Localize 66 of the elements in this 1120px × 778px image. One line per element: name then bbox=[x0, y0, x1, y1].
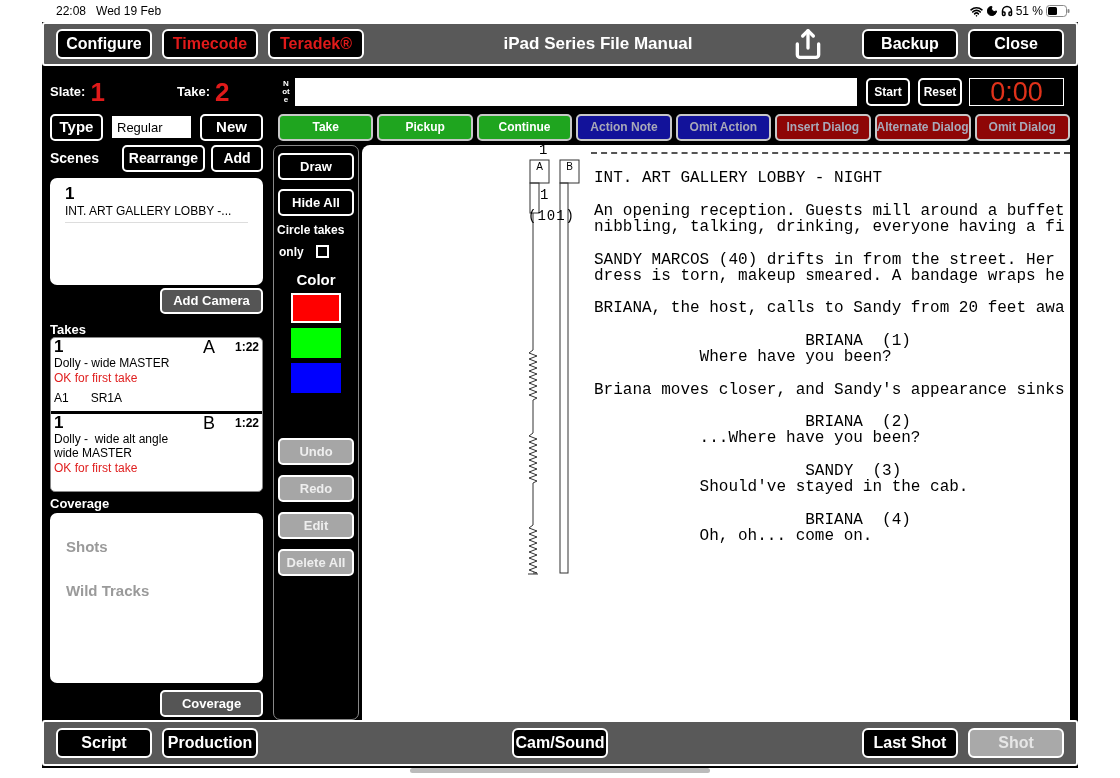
slate-label: Slate: bbox=[50, 83, 86, 102]
timer-button[interactable]: Start bbox=[866, 78, 910, 106]
nav-button[interactable]: Cam/Sound bbox=[512, 728, 608, 758]
nav-button[interactable]: Script bbox=[56, 728, 152, 758]
character-name: BRIANA (2) bbox=[805, 414, 911, 431]
character-name: SANDY (3) bbox=[805, 462, 902, 479]
window-title: iPad Series File Manual bbox=[503, 33, 693, 56]
color-label: Color bbox=[296, 271, 336, 289]
color-swatch[interactable] bbox=[291, 363, 341, 393]
toolbar-button[interactable]: Timecode bbox=[162, 29, 258, 59]
wifi-icon bbox=[969, 4, 983, 18]
slate-number: 1 bbox=[90, 79, 105, 105]
nav-button[interactable]: Production bbox=[162, 728, 258, 758]
take-item[interactable]: 1 B 1:22 Dolly - wide alt angle wide MASTER OK for first take bbox=[51, 411, 262, 480]
toolbar-button[interactable]: Backup bbox=[862, 29, 958, 59]
scene-number-mark: (101) bbox=[528, 208, 575, 224]
status-date: Wed 19 Feb bbox=[96, 3, 162, 20]
battery-percent: 51 % bbox=[1015, 3, 1043, 20]
circle-takes-label: Circle takes bbox=[277, 222, 346, 239]
character-name: BRIANA (4) bbox=[804, 511, 911, 528]
note-label: Note bbox=[282, 80, 290, 104]
nav-button[interactable]: Last Shot bbox=[862, 728, 958, 758]
take-label: Take: bbox=[177, 83, 210, 102]
dialogue-text: Oh, oh... come on. bbox=[698, 527, 873, 544]
take-number: 2 bbox=[215, 79, 230, 105]
headphones-icon bbox=[1000, 5, 1013, 17]
character-name: BRIANA (1) bbox=[804, 332, 911, 349]
add-camera-button[interactable]: Add Camera bbox=[160, 288, 263, 314]
takes-label: Takes bbox=[50, 322, 87, 337]
timer-display: 0:00 bbox=[969, 78, 1064, 106]
action-text: Briana moves closer, and Sandy's appearance sinks bbox=[594, 381, 1065, 398]
add-button[interactable]: Add bbox=[211, 145, 263, 172]
lining-column-label: B bbox=[565, 161, 574, 173]
dialogue-text: Where have you been? bbox=[698, 349, 892, 366]
scene-heading: INT. ART GALLERY LOBBY - NIGHT bbox=[594, 170, 883, 187]
action-text: BRIANA, the host, calls to Sandy from 20 feet awa bbox=[594, 300, 1065, 317]
rearrange-button[interactable]: Rearrange bbox=[122, 145, 205, 172]
dialogue-text: Should've stayed in the cab. bbox=[698, 479, 969, 496]
dialogue-text: ...Where have you been? bbox=[698, 430, 921, 447]
lining-column-label: A bbox=[535, 161, 544, 173]
take-item[interactable]: 1 A 1:22 Dolly - wide MASTER OK for first take A1 SR1A bbox=[51, 338, 262, 411]
type-field[interactable]: Regular bbox=[112, 116, 191, 138]
status-time: 22:08 bbox=[56, 3, 87, 20]
coverage-button[interactable]: Coverage bbox=[160, 690, 263, 717]
note-field[interactable] bbox=[295, 78, 857, 106]
circle-takes-label: only bbox=[279, 245, 304, 259]
toolbar-button[interactable]: Teradek® bbox=[268, 29, 364, 59]
toolbar-button[interactable]: Close bbox=[968, 29, 1064, 59]
tool-button[interactable]: Draw bbox=[278, 153, 354, 180]
circle-takes-checkbox[interactable] bbox=[315, 245, 329, 259]
scenes-label: Scenes bbox=[50, 149, 101, 168]
scene-item[interactable]: 1 INT. ART GALLERY LOBBY -... bbox=[65, 184, 248, 223]
action-text: An opening reception. Guests mill around a buffet nibbling, talking, drinking, everyone having a fi bbox=[594, 202, 1065, 236]
coverage-label: Coverage bbox=[50, 496, 111, 511]
battery-icon bbox=[1046, 5, 1070, 17]
color-swatch[interactable] bbox=[291, 328, 341, 358]
tool-button[interactable]: Hide All bbox=[278, 189, 354, 216]
toolbar-button[interactable]: Configure bbox=[56, 29, 152, 59]
action-text: SANDY MARCOS (40) drifts in from the street. Her dress is torn, makeup smeared. A bandage wraps he bbox=[594, 251, 1065, 284]
new-button[interactable]: New bbox=[200, 113, 263, 141]
take-number-mark: 1 bbox=[540, 187, 549, 203]
timer-button[interactable]: Reset bbox=[918, 78, 962, 106]
moon-icon bbox=[985, 5, 998, 17]
type-button[interactable]: Type bbox=[50, 113, 103, 141]
setup-number: 1 bbox=[539, 145, 548, 158]
color-swatch[interactable] bbox=[291, 293, 341, 323]
